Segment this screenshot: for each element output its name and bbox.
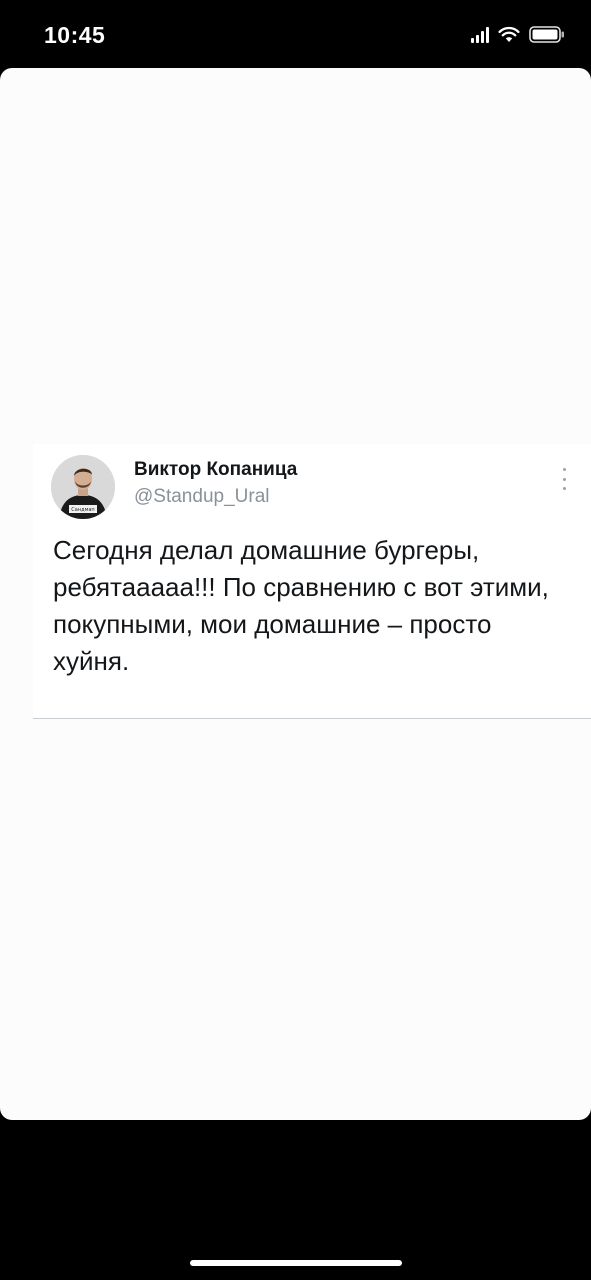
author-name[interactable]: Виктор Копаница [134,459,297,481]
battery-icon [529,26,564,43]
home-indicator[interactable] [190,1260,402,1266]
phone-screen: 10:45 Сандмап Виктор Копаница @Standup_U… [0,0,591,1280]
image-card: Сандмап Виктор Копаница @Standup_Ural Се… [0,68,591,1120]
tweet-text: Сегодня делал домашние бургеры, ребятааа… [53,535,549,676]
more-vertical-icon[interactable] [561,468,567,490]
status-time: 10:45 [44,22,106,48]
wifi-icon [498,26,520,42]
avatar[interactable]: Сандмап [51,455,115,519]
author-handle[interactable]: @Standup_Ural [134,486,269,508]
avatar-shirt-text: Сандмап [71,507,94,513]
signal-icon [471,26,489,43]
tweet[interactable]: Сандмап Виктор Копаница @Standup_Ural Се… [33,444,591,719]
avatar-photo: Сандмап [51,455,115,519]
status-icons [471,26,565,43]
